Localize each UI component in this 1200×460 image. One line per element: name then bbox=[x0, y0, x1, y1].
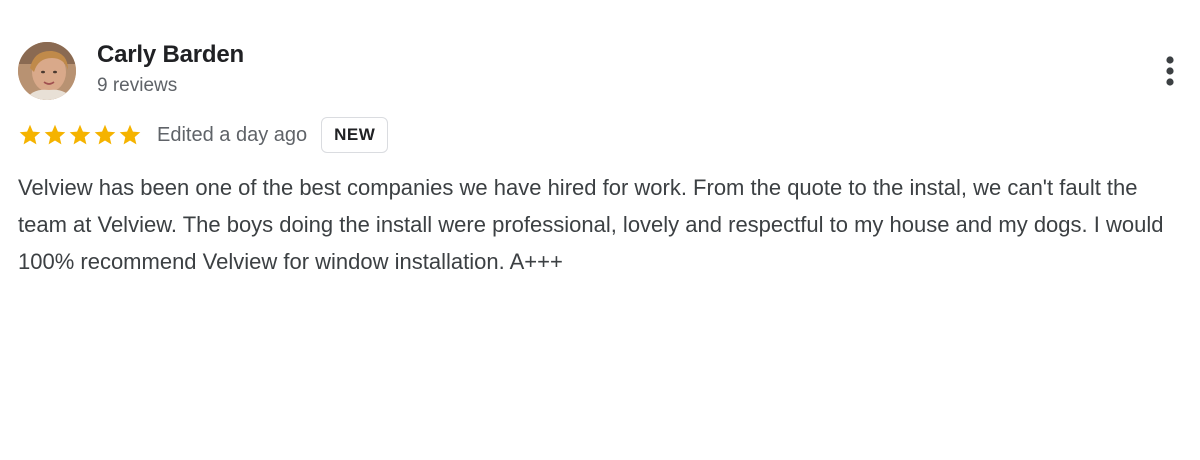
review-text: Velview has been one of the best compani… bbox=[18, 175, 1164, 274]
star-icon bbox=[68, 123, 92, 147]
author-name[interactable]: Carly Barden bbox=[97, 41, 244, 69]
new-badge: NEW bbox=[321, 117, 389, 153]
edited-timestamp: Edited a day ago bbox=[157, 123, 308, 146]
avatar[interactable] bbox=[18, 42, 76, 100]
star-icon bbox=[43, 123, 67, 147]
review-card: Carly Barden 9 reviews Edited a day ago … bbox=[0, 0, 1200, 460]
author-review-count[interactable]: 9 reviews bbox=[97, 75, 177, 97]
rating-row: Edited a day ago NEW bbox=[18, 116, 389, 154]
star-rating bbox=[18, 123, 143, 147]
more-vert-icon bbox=[1166, 56, 1174, 86]
more-options-button[interactable] bbox=[1150, 50, 1190, 94]
star-icon bbox=[93, 123, 117, 147]
star-icon bbox=[118, 123, 142, 147]
star-icon bbox=[18, 123, 42, 147]
avatar-photo-icon bbox=[18, 42, 76, 100]
